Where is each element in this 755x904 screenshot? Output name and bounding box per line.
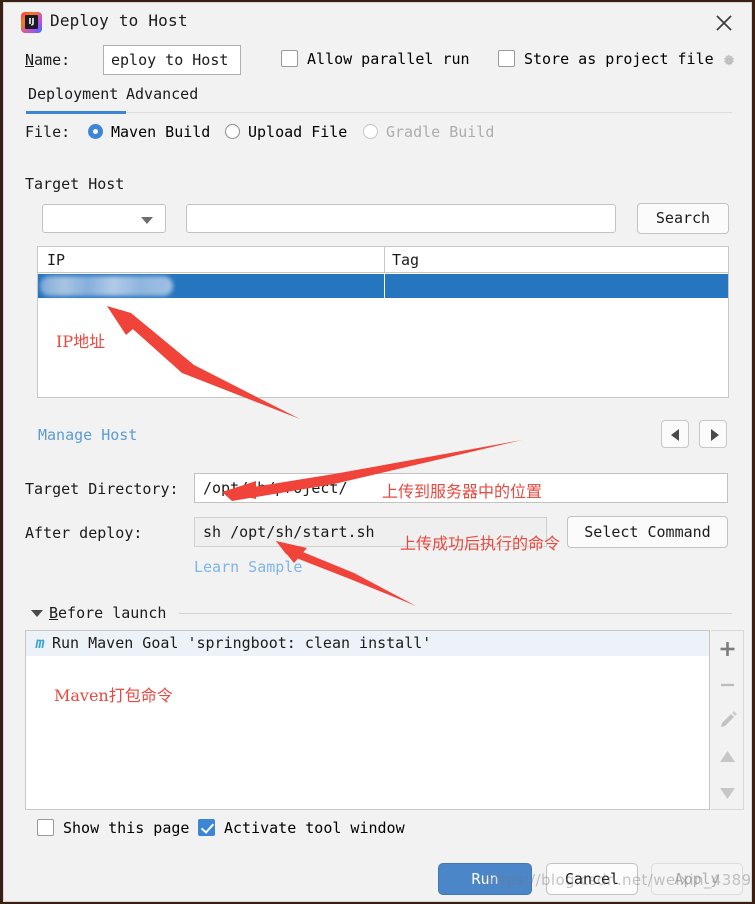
column-divider: [384, 247, 385, 272]
radio-dot: [363, 124, 378, 139]
search-input[interactable]: [186, 204, 616, 233]
close-icon[interactable]: [711, 10, 737, 36]
allow-parallel-run-checkbox[interactable]: Allow parallel run: [281, 50, 470, 68]
arrow-up-icon[interactable]: [711, 739, 744, 775]
annotation-maven-package-command: Maven打包命令: [54, 686, 173, 705]
column-header-tag[interactable]: Tag: [392, 251, 419, 269]
run-button[interactable]: Run: [438, 863, 532, 895]
chevron-left-icon[interactable]: [661, 420, 689, 448]
store-as-project-file-label: Store as project file: [524, 50, 714, 68]
arrow-down-icon[interactable]: [711, 775, 744, 811]
before-launch-item-label: Run Maven Goal 'springboot: clean instal…: [52, 634, 432, 652]
radio-gradle-build: Gradle Build: [363, 123, 494, 141]
tab-active-underline: [26, 111, 126, 114]
minus-icon[interactable]: [711, 667, 744, 703]
table-row[interactable]: [38, 274, 728, 298]
plus-icon[interactable]: [711, 631, 744, 667]
file-label: File:: [25, 123, 71, 141]
gear-icon[interactable]: [720, 52, 738, 70]
checkbox-box: [498, 50, 515, 67]
activate-tool-window-label: Activate tool window: [224, 819, 405, 837]
checkbox-box: [198, 819, 215, 836]
target-host-label: Target Host: [25, 175, 125, 193]
before-launch-title: Before launch: [49, 604, 167, 622]
activate-tool-window-checkbox[interactable]: Activate tool window: [198, 819, 405, 837]
redacted-ip-value: [40, 276, 173, 296]
chevron-down-icon: [141, 217, 153, 224]
radio-dot: [88, 124, 103, 139]
host-table: IP Tag: [37, 246, 729, 398]
before-launch-collapse-icon[interactable]: [31, 610, 43, 617]
list-item[interactable]: m Run Maven Goal 'springboot: clean insta…: [26, 631, 709, 656]
table-header: IP Tag: [38, 247, 728, 273]
radio-dot: [225, 124, 240, 139]
name-input[interactable]: eploy to Host: [103, 45, 241, 75]
cancel-button[interactable]: Cancel: [546, 863, 638, 895]
radio-gradle-build-label: Gradle Build: [386, 123, 495, 141]
apply-button: Apply: [651, 863, 743, 895]
maven-icon: m: [35, 634, 45, 652]
after-deploy-input[interactable]: sh /opt/sh/start.sh: [194, 517, 547, 547]
radio-upload-file[interactable]: Upload File: [225, 123, 347, 141]
radio-maven-build[interactable]: Maven Build: [88, 123, 210, 141]
cell-divider: [384, 274, 385, 298]
radio-maven-build-label: Maven Build: [111, 123, 211, 141]
tab-deployment[interactable]: Deployment: [28, 85, 118, 103]
after-deploy-label: After deploy:: [25, 524, 143, 542]
manage-host-link[interactable]: Manage Host: [38, 426, 137, 444]
pencil-icon[interactable]: [711, 703, 744, 739]
show-this-page-label: Show this page: [63, 819, 190, 837]
deploy-to-host-dialog: IJ Deploy to Host Name: eploy to Host Al…: [3, 2, 752, 902]
before-launch-panel: m Run Maven Goal 'springboot: clean insta…: [25, 630, 710, 810]
tab-bar: Deployment Advanced: [4, 83, 751, 119]
column-header-ip[interactable]: IP: [47, 251, 65, 269]
store-as-project-file-checkbox[interactable]: Store as project file: [498, 50, 714, 68]
allow-parallel-run-label: Allow parallel run: [307, 50, 470, 68]
checkbox-box: [281, 50, 298, 67]
title-bar: IJ Deploy to Host: [4, 3, 751, 41]
tab-rail: [26, 112, 732, 113]
target-directory-input[interactable]: /opt/sh/project/: [194, 473, 728, 503]
checkbox-box: [37, 819, 54, 836]
search-button[interactable]: Search: [637, 203, 729, 234]
host-filter-combo[interactable]: [42, 204, 166, 233]
name-label: Name:: [25, 51, 71, 69]
name-row: Name: eploy to Host Allow parallel run S…: [4, 41, 751, 83]
select-command-button[interactable]: Select Command: [567, 516, 728, 548]
before-launch-toolbar: [711, 630, 744, 810]
chevron-right-icon[interactable]: [699, 420, 727, 448]
target-directory-label: Target Directory:: [25, 480, 179, 498]
learn-sample-link[interactable]: Learn Sample: [194, 558, 302, 576]
dialog-title: Deploy to Host: [50, 11, 188, 30]
radio-upload-file-label: Upload File: [248, 123, 348, 141]
before-launch-rule: [179, 613, 732, 614]
intellij-idea-icon: IJ: [21, 12, 42, 33]
file-row: File: Maven Build Upload File Gradle Bui…: [4, 119, 751, 147]
show-this-page-checkbox[interactable]: Show this page: [37, 819, 189, 837]
tab-advanced[interactable]: Advanced: [126, 85, 198, 103]
